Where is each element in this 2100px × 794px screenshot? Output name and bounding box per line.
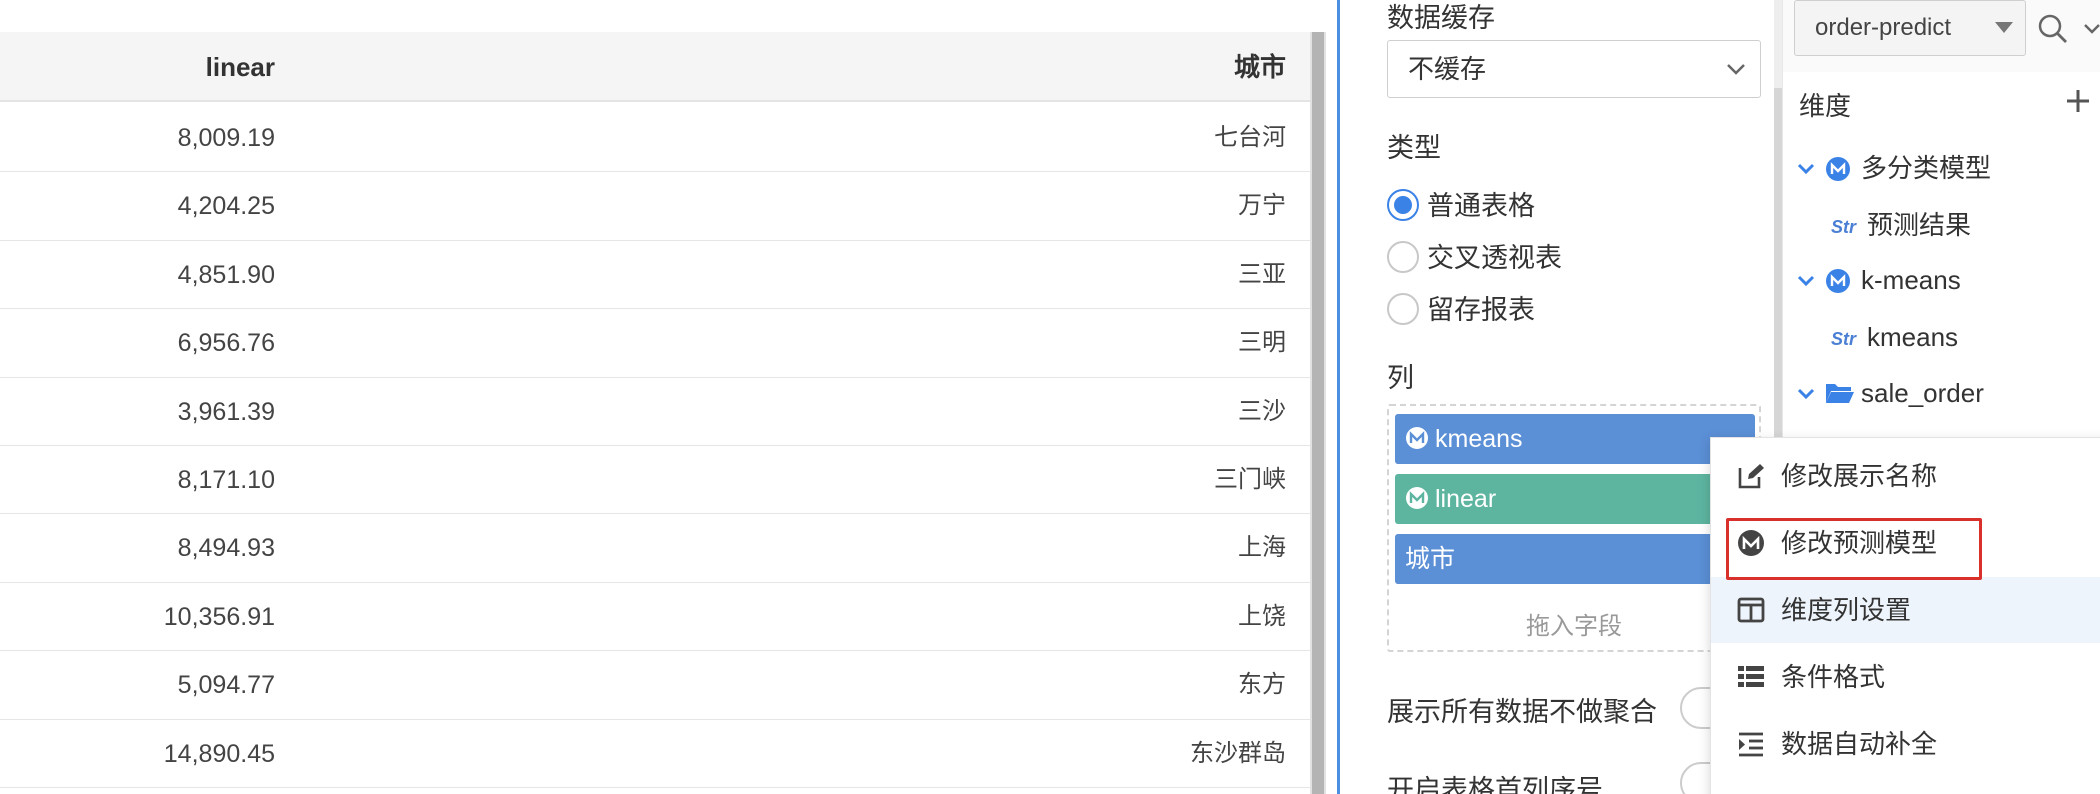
chevron-down-icon[interactable] xyxy=(2083,20,2100,38)
menu-item-label: 维度列设置 xyxy=(1781,595,1912,625)
table-header: linear 城市 xyxy=(0,32,1310,102)
dimension-label: 维度 xyxy=(1799,91,1852,121)
tree-leaf-label: kmeans xyxy=(1867,322,1959,352)
cell-city: 东沙群岛 xyxy=(1190,739,1286,767)
table-row: 5,094.77 东方 xyxy=(0,651,1310,720)
config-scrollbar-track[interactable] xyxy=(1774,0,1782,88)
cell-linear: 4,204.25 xyxy=(177,192,275,221)
menu-item-conditional-format[interactable]: 条件格式 xyxy=(1711,644,2100,710)
menu-item-dimension-column-settings[interactable]: 维度列设置 xyxy=(1711,577,2100,643)
table-row: 8,171.10 三门峡 xyxy=(0,446,1310,515)
cache-select-value: 不缓存 xyxy=(1408,54,1487,84)
highlight-box xyxy=(1726,518,1982,580)
tree-node-sale-order[interactable]: sale_order xyxy=(1797,373,2097,413)
cell-linear: 10,356.91 xyxy=(163,602,275,631)
model-icon xyxy=(1826,157,1850,181)
cell-linear: 14,890.45 xyxy=(163,739,275,768)
cell-linear: 4,851.90 xyxy=(177,260,275,289)
table-row: 6,956.76 三明 xyxy=(0,309,1310,378)
folder-open-icon xyxy=(1826,384,1854,403)
cell-city: 上饶 xyxy=(1238,602,1286,630)
cell-linear: 8,009.19 xyxy=(177,124,275,152)
table-row: 8,494.93 上海 xyxy=(0,514,1310,583)
tree-node-label: k-means xyxy=(1861,265,1961,295)
caret-down-icon xyxy=(1995,22,2013,33)
radio-label: 留存报表 xyxy=(1427,295,1535,325)
table-row: 3,961.39 三沙 xyxy=(0,378,1310,446)
cell-linear: 3,961.39 xyxy=(177,397,275,426)
radio-button[interactable] xyxy=(1387,241,1419,273)
string-type-tag: Str xyxy=(1831,217,1857,237)
context-menu: 修改展示名称 修改预测模型 维度列设置 条件格式 数据自动补全 xyxy=(1710,437,2100,794)
chevron-down-icon[interactable] xyxy=(1797,385,1815,403)
tree-node-label: 多分类模型 xyxy=(1861,153,1992,183)
column-chip-linear[interactable]: linear xyxy=(1395,474,1755,524)
cell-city: 三沙 xyxy=(1238,397,1286,425)
column-header-city[interactable]: 城市 xyxy=(1234,32,1286,102)
cell-city: 三门峡 xyxy=(1214,466,1286,493)
cell-city: 上海 xyxy=(1238,534,1286,562)
cache-label: 数据缓存 xyxy=(1387,3,1495,33)
string-type-tag: Str xyxy=(1831,329,1857,349)
table-row: 4,204.25 万宁 xyxy=(0,172,1310,241)
search-icon[interactable] xyxy=(2036,12,2070,46)
radio-button[interactable] xyxy=(1387,293,1419,325)
chevron-down-icon[interactable] xyxy=(1797,160,1815,178)
tree-node-multiclass-model[interactable]: 多分类模型 xyxy=(1797,148,2097,188)
menu-item-label: 条件格式 xyxy=(1781,662,1886,692)
table-row: 4,851.90 三亚 xyxy=(0,241,1310,310)
column-chip-label: kmeans xyxy=(1435,425,1523,453)
model-icon xyxy=(1826,269,1850,293)
column-chip-label: linear xyxy=(1435,485,1497,513)
toggle-no-aggregation-label: 展示所有数据不做聚合 xyxy=(1387,697,1657,727)
table-scrollbar[interactable] xyxy=(1312,32,1324,794)
column-header-linear[interactable]: linear xyxy=(206,32,275,102)
table-row: 14,890.45 东沙群岛 xyxy=(0,720,1310,788)
radio-button-checked[interactable] xyxy=(1387,189,1419,221)
menu-item-edit-display-name[interactable]: 修改展示名称 xyxy=(1711,443,2100,509)
column-chip-label: 城市 xyxy=(1405,545,1456,573)
model-icon xyxy=(1406,427,1428,450)
column-chip-city[interactable]: 城市 xyxy=(1395,534,1755,584)
menu-item-label: 修改展示名称 xyxy=(1781,461,1938,491)
cell-city: 东方 xyxy=(1238,671,1286,699)
data-table: linear 城市 8,009.19 七台河 4,204.25 万宁 4,851… xyxy=(0,0,1326,794)
radio-label: 普通表格 xyxy=(1427,191,1535,221)
columns-dropzone[interactable]: kmeans linear 城市 拖入字段 xyxy=(1387,404,1761,652)
column-chip-kmeans[interactable]: kmeans xyxy=(1395,414,1755,464)
cache-select[interactable]: 不缓存 xyxy=(1387,40,1761,98)
list-icon xyxy=(1738,666,1764,687)
toggle-row-index-label: 开启表格首列序号 xyxy=(1387,775,1603,794)
tree-leaf-kmeans[interactable]: Str kmeans xyxy=(1831,317,2091,357)
columns-label: 列 xyxy=(1387,363,1414,393)
columns-icon xyxy=(1737,597,1765,623)
cell-linear: 8,494.93 xyxy=(177,534,275,563)
cell-linear: 5,094.77 xyxy=(177,671,275,700)
menu-item-label: 数据自动补全 xyxy=(1781,729,1938,759)
radio-label: 交叉透视表 xyxy=(1427,243,1562,273)
table-row: 10,356.91 上饶 xyxy=(0,583,1310,652)
tree-node-label: sale_order xyxy=(1861,378,1984,408)
cell-city: 三明 xyxy=(1238,329,1286,357)
chevron-down-icon xyxy=(1727,64,1745,75)
drag-field-hint: 拖入字段 xyxy=(1526,613,1622,640)
cell-linear: 8,171.10 xyxy=(177,466,275,494)
cell-city: 三亚 xyxy=(1238,260,1286,288)
cell-city: 万宁 xyxy=(1238,192,1286,220)
tree-node-kmeans-model[interactable]: k-means xyxy=(1797,260,2097,300)
tree-leaf-label: 预测结果 xyxy=(1867,210,1972,240)
plus-icon[interactable] xyxy=(2065,88,2091,114)
type-label: 类型 xyxy=(1387,133,1441,163)
menu-item-data-autofill[interactable]: 数据自动补全 xyxy=(1711,711,2100,777)
model-select-value: order-predict xyxy=(1815,14,1952,41)
chevron-down-icon[interactable] xyxy=(1797,272,1815,290)
tree-leaf-prediction-result[interactable]: Str 预测结果 xyxy=(1831,205,2091,245)
edit-icon xyxy=(1738,464,1764,489)
table-row: 8,009.19 七台河 xyxy=(0,104,1310,173)
model-icon xyxy=(1406,487,1428,510)
indent-icon xyxy=(1739,732,1763,757)
cell-city: 七台河 xyxy=(1214,124,1286,151)
model-select[interactable]: order-predict xyxy=(1794,0,2026,56)
cell-linear: 6,956.76 xyxy=(177,329,275,358)
